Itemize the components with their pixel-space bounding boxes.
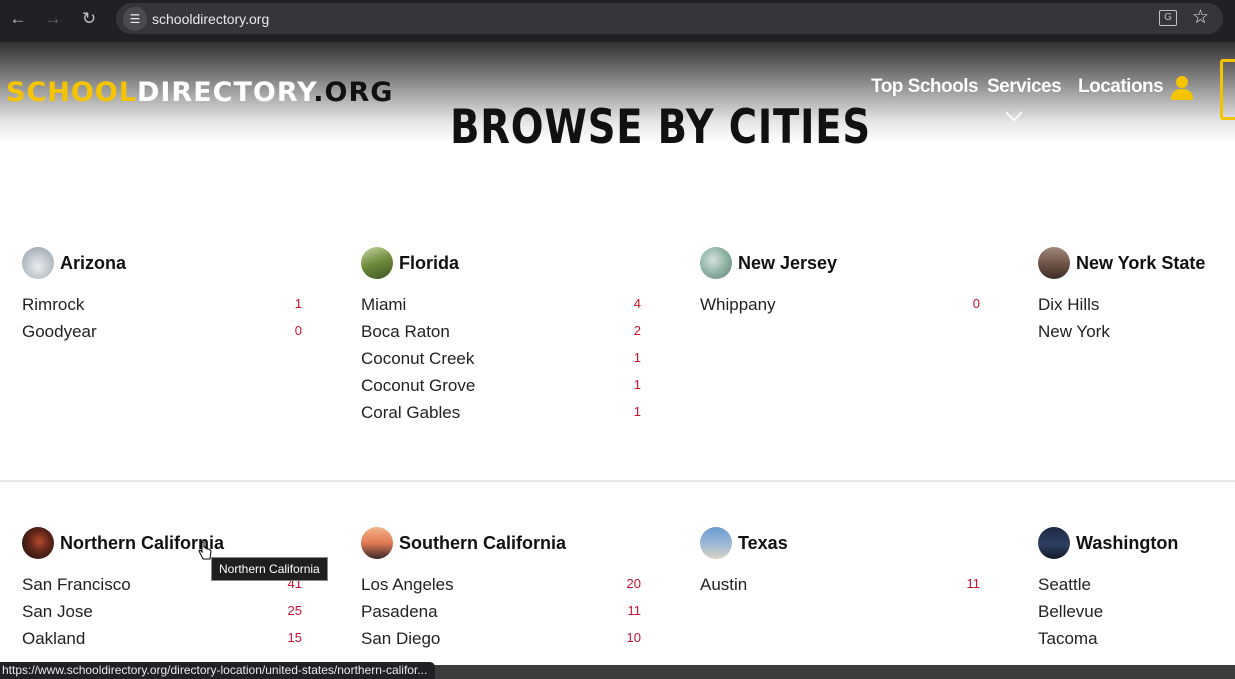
- city-row[interactable]: Whippany 0: [700, 295, 980, 322]
- washington-thumbnail: [1038, 527, 1070, 559]
- city-name[interactable]: Tacoma: [1038, 629, 1098, 649]
- city-row[interactable]: Coconut Creek 1: [361, 349, 641, 376]
- nav-top-schools[interactable]: Top Schools: [871, 76, 979, 98]
- new-jersey-thumbnail: [700, 247, 732, 279]
- city-name[interactable]: Austin: [700, 575, 747, 595]
- state-title[interactable]: New Jersey: [738, 253, 837, 274]
- northern-california-thumbnail: [22, 527, 54, 559]
- state-title[interactable]: Southern California: [399, 533, 566, 554]
- city-row[interactable]: Coral Gables 1: [361, 403, 641, 430]
- city-count: 15: [287, 630, 302, 645]
- hover-tooltip: Northern California: [211, 557, 328, 581]
- city-count: 11: [966, 576, 981, 591]
- city-count: 0: [972, 296, 980, 311]
- city-row[interactable]: Coconut Grove 1: [361, 376, 641, 403]
- city-name[interactable]: Bellevue: [1038, 602, 1103, 622]
- reload-icon[interactable]: ↻: [78, 8, 100, 30]
- city-name[interactable]: Coconut Grove: [361, 376, 475, 396]
- url-text[interactable]: schooldirectory.org: [152, 11, 269, 27]
- texas-thumbnail: [700, 527, 732, 559]
- link-status-bar: https://www.schooldirectory.org/director…: [0, 662, 436, 679]
- city-row[interactable]: Goodyear 0: [22, 322, 302, 349]
- city-count: 1: [294, 296, 302, 311]
- florida-thumbnail: [361, 247, 393, 279]
- city-row[interactable]: San Jose 25: [22, 602, 302, 629]
- city-row[interactable]: Tacoma: [1038, 629, 1235, 656]
- city-count: 11: [627, 603, 642, 618]
- city-row[interactable]: Dix Hills: [1038, 295, 1235, 322]
- city-name[interactable]: San Jose: [22, 602, 93, 622]
- section-divider: [0, 480, 1235, 482]
- nav-locations[interactable]: Locations: [1078, 76, 1164, 98]
- city-name[interactable]: Goodyear: [22, 322, 97, 342]
- browser-toolbar: ← → ↻ ☰ schooldirectory.org G ☆: [0, 0, 1235, 42]
- city-name[interactable]: Coral Gables: [361, 403, 460, 423]
- city-name[interactable]: New York: [1038, 322, 1110, 342]
- city-count: 1: [633, 350, 641, 365]
- city-row[interactable]: San Diego 10: [361, 629, 641, 656]
- city-name[interactable]: Los Angeles: [361, 575, 454, 595]
- city-row[interactable]: Pasadena 11: [361, 602, 641, 629]
- city-name[interactable]: Seattle: [1038, 575, 1091, 595]
- city-count: 4: [633, 296, 641, 311]
- city-count: 1: [633, 404, 641, 419]
- city-row[interactable]: Oakland 15: [22, 629, 302, 656]
- city-name[interactable]: Miami: [361, 295, 406, 315]
- city-name[interactable]: Oakland: [22, 629, 85, 649]
- city-name[interactable]: Boca Raton: [361, 322, 450, 342]
- arizona-thumbnail: [22, 247, 54, 279]
- header-cta-button[interactable]: [1220, 59, 1235, 120]
- user-account-icon[interactable]: [1171, 76, 1193, 102]
- state-block-texas: Texas Austin 11: [700, 527, 980, 602]
- hand-cursor-icon: [198, 541, 212, 560]
- city-name[interactable]: Whippany: [700, 295, 776, 315]
- city-row[interactable]: Bellevue: [1038, 602, 1235, 629]
- city-row[interactable]: Los Angeles 20: [361, 575, 641, 602]
- site-info-icon[interactable]: ☰: [123, 7, 147, 31]
- city-row[interactable]: New York: [1038, 322, 1235, 349]
- city-name[interactable]: San Francisco: [22, 575, 131, 595]
- city-name[interactable]: Coconut Creek: [361, 349, 474, 369]
- page-title: BROWSE BY CITIES: [450, 100, 871, 155]
- city-count: 25: [287, 603, 302, 618]
- translate-icon[interactable]: G: [1159, 10, 1177, 26]
- forward-arrow-icon[interactable]: →: [42, 8, 64, 30]
- city-count: 10: [626, 630, 641, 645]
- city-row[interactable]: Seattle: [1038, 575, 1235, 602]
- state-block-southern-california: Southern California Los Angeles 20 Pasade…: [361, 527, 641, 656]
- city-count: 2: [633, 323, 641, 338]
- southern-california-thumbnail: [361, 527, 393, 559]
- back-arrow-icon[interactable]: ←: [7, 8, 29, 30]
- city-name[interactable]: Rimrock: [22, 295, 84, 315]
- city-name[interactable]: Pasadena: [361, 602, 438, 622]
- bookmark-star-icon[interactable]: ☆: [1192, 7, 1209, 29]
- city-count: 20: [626, 576, 641, 591]
- state-block-new-jersey: New Jersey Whippany 0: [700, 247, 980, 322]
- state-block-northern-california: Northern California San Francisco 41 San …: [22, 527, 302, 656]
- new-york-thumbnail: [1038, 247, 1070, 279]
- state-title[interactable]: New York State: [1076, 253, 1205, 274]
- state-title[interactable]: Washington: [1076, 533, 1178, 554]
- state-block-florida: Florida Miami 4 Boca Raton 2 Coconut Creek…: [361, 247, 641, 430]
- city-name[interactable]: Dix Hills: [1038, 295, 1099, 315]
- state-block-new-york-state: New York State Dix Hills New York: [1038, 247, 1235, 349]
- state-title[interactable]: Arizona: [60, 253, 126, 274]
- city-row[interactable]: Miami 4: [361, 295, 641, 322]
- address-bar[interactable]: ☰ schooldirectory.org G ☆: [116, 3, 1223, 34]
- state-block-washington: Washington Seattle Bellevue Tacoma: [1038, 527, 1235, 656]
- city-count: 0: [294, 323, 302, 338]
- state-block-arizona: Arizona Rimrock 1 Goodyear 0: [22, 247, 302, 349]
- city-name[interactable]: San Diego: [361, 629, 440, 649]
- nav-services[interactable]: Services: [987, 76, 1062, 98]
- city-row[interactable]: Boca Raton 2: [361, 322, 641, 349]
- city-count: 1: [633, 377, 641, 392]
- city-row[interactable]: Rimrock 1: [22, 295, 302, 322]
- city-row[interactable]: Austin 11: [700, 575, 980, 602]
- state-title[interactable]: Florida: [399, 253, 459, 274]
- state-title[interactable]: Texas: [738, 533, 788, 554]
